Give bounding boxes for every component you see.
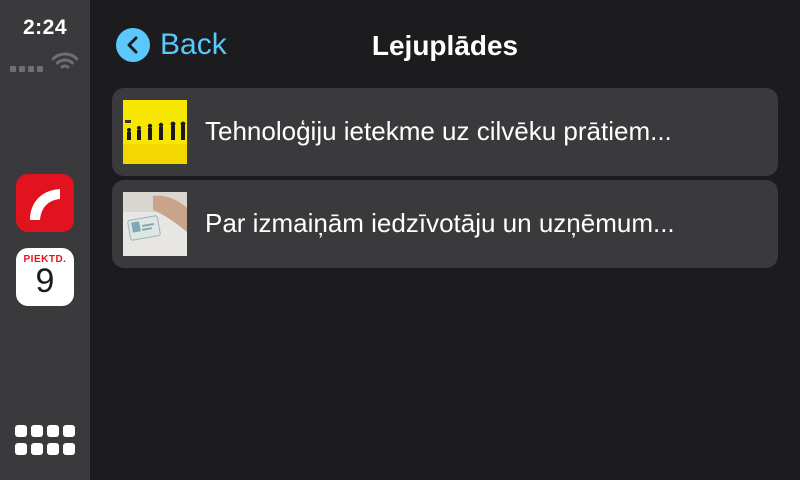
app-grid-icon[interactable]: [15, 425, 77, 459]
id-card-thumbnail: [123, 192, 187, 256]
status-indicators: [10, 50, 82, 74]
cellular-signal-icon: [10, 66, 43, 72]
sidebar: 2:24 PIEKTD. 9: [0, 0, 90, 480]
nav-bar: Back Lejuplādes: [90, 20, 800, 70]
page-title: Lejuplādes: [371, 30, 519, 61]
red-app-button[interactable]: [16, 174, 74, 232]
main-content: Back Lejuplādes Tehnoloģiju ietekme uz c…: [90, 0, 800, 480]
list-item-label: Tehnoloģiju ietekme uz cilvēku prātiem..…: [205, 116, 672, 146]
downloads-list: Tehnoloģiju ietekme uz cilvēku prātiem..…: [112, 88, 778, 272]
calendar-app-button[interactable]: PIEKTD. 9: [16, 248, 74, 306]
list-item[interactable]: Tehnoloģiju ietekme uz cilvēku prātiem..…: [112, 88, 778, 176]
calendar-date-number: 9: [35, 262, 55, 300]
evolution-thumbnail: [123, 100, 187, 164]
red-swoosh-icon: [30, 189, 60, 220]
list-item[interactable]: Par izmaiņām iedzīvotāju un uzņēmum...: [112, 180, 778, 268]
wifi-icon: [52, 52, 78, 69]
status-time: 2:24: [22, 16, 68, 39]
list-item-label: Par izmaiņām iedzīvotāju un uzņēmum...: [205, 208, 675, 238]
